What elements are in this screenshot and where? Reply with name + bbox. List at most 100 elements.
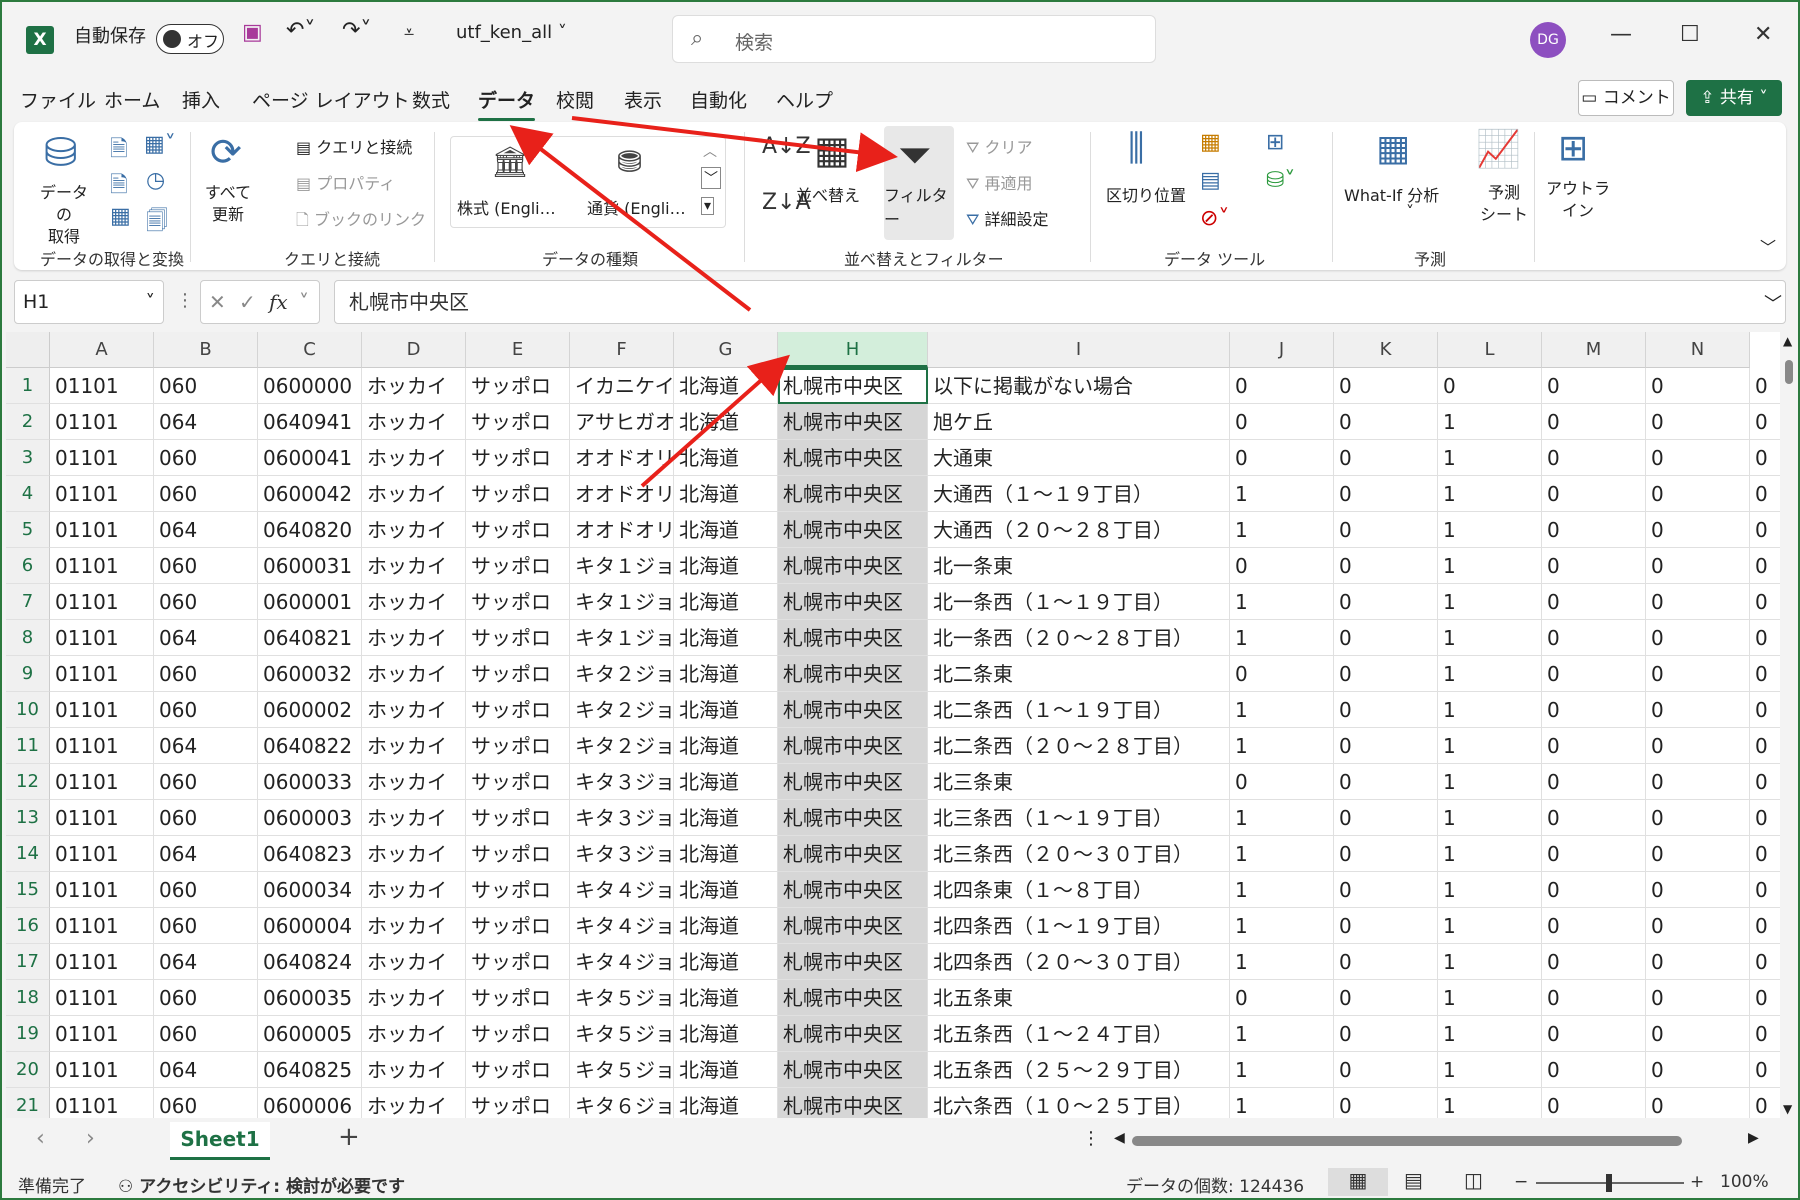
cell[interactable]: 0: [1646, 836, 1750, 872]
cell[interactable]: 0: [1542, 800, 1646, 836]
cell[interactable]: キタ１ジョ: [570, 584, 674, 620]
cell[interactable]: 0: [1750, 836, 1780, 872]
cell[interactable]: ホッカイ: [362, 548, 466, 584]
cell[interactable]: 札幌市中央区: [778, 836, 928, 872]
cell[interactable]: サッポロ: [466, 404, 570, 440]
cell[interactable]: 札幌市中央区: [778, 1088, 928, 1118]
currencies-button[interactable]: 通貨 (Engli…: [587, 195, 686, 219]
cell[interactable]: 0: [1334, 620, 1438, 656]
cell[interactable]: 北一条東: [928, 548, 1230, 584]
cell[interactable]: キタ６ジョ: [570, 1088, 674, 1118]
cell[interactable]: 1: [1438, 980, 1542, 1016]
cell[interactable]: ホッカイ: [362, 404, 466, 440]
cell[interactable]: サッポロ: [466, 584, 570, 620]
cell[interactable]: 064: [154, 620, 258, 656]
from-web-icon[interactable]: 🗎: [110, 168, 128, 206]
column-header-m[interactable]: M: [1542, 332, 1646, 368]
cell[interactable]: 01101: [50, 872, 154, 908]
cell[interactable]: 01101: [50, 980, 154, 1016]
cell[interactable]: 060: [154, 1016, 258, 1052]
cell[interactable]: 064: [154, 1052, 258, 1088]
fx-chevron-icon[interactable]: ˅: [299, 281, 309, 323]
zoom-out-icon[interactable]: −: [1514, 1172, 1528, 1192]
cell[interactable]: 0: [1750, 368, 1780, 404]
cell[interactable]: 064: [154, 404, 258, 440]
cell[interactable]: 0: [1750, 1088, 1780, 1118]
cell[interactable]: 1: [1230, 908, 1334, 944]
cell[interactable]: 0: [1542, 548, 1646, 584]
cell[interactable]: 01101: [50, 692, 154, 728]
undo-icon[interactable]: ↶˅: [286, 18, 315, 43]
cell[interactable]: 1: [1230, 1052, 1334, 1088]
cell[interactable]: 0: [1646, 620, 1750, 656]
cell[interactable]: アサヒガオ: [570, 404, 674, 440]
cell[interactable]: 0: [1750, 1052, 1780, 1088]
cell[interactable]: 1: [1438, 872, 1542, 908]
cell[interactable]: 0: [1750, 656, 1780, 692]
cell[interactable]: 0600004: [258, 908, 362, 944]
cell[interactable]: ホッカイ: [362, 692, 466, 728]
cell[interactable]: 0: [1230, 440, 1334, 476]
cell[interactable]: 1: [1230, 512, 1334, 548]
cell[interactable]: キタ２ジョ: [570, 692, 674, 728]
column-header-c[interactable]: C: [258, 332, 362, 368]
from-picture-icon[interactable]: 🗐: [146, 204, 168, 242]
cell[interactable]: 0: [1334, 836, 1438, 872]
cell[interactable]: 0: [1334, 1016, 1438, 1052]
cell[interactable]: オオドオリ: [570, 440, 674, 476]
cell[interactable]: 札幌市中央区: [778, 692, 928, 728]
cell[interactable]: ホッカイ: [362, 800, 466, 836]
cell[interactable]: 0: [1646, 1052, 1750, 1088]
row-header[interactable]: 3: [6, 440, 50, 476]
tab-file[interactable]: ファイル: [20, 86, 96, 113]
column-header-e[interactable]: E: [466, 332, 570, 368]
cell[interactable]: 0: [1646, 1016, 1750, 1052]
cell[interactable]: サッポロ: [466, 728, 570, 764]
cell[interactable]: 0: [1542, 872, 1646, 908]
row-header[interactable]: 18: [6, 980, 50, 1016]
row-header[interactable]: 2: [6, 404, 50, 440]
cell[interactable]: 0: [1646, 404, 1750, 440]
cell[interactable]: 0600034: [258, 872, 362, 908]
cell[interactable]: 北二条東: [928, 656, 1230, 692]
cell[interactable]: サッポロ: [466, 368, 570, 404]
cell[interactable]: 札幌市中央区: [778, 980, 928, 1016]
gallery-down-icon[interactable]: ﹀: [701, 167, 721, 189]
cell[interactable]: サッポロ: [466, 800, 570, 836]
cell[interactable]: 1: [1438, 548, 1542, 584]
cell[interactable]: 01101: [50, 728, 154, 764]
from-table-icon[interactable]: ▦: [110, 204, 131, 229]
add-sheet-icon[interactable]: +: [338, 1122, 360, 1152]
consolidate-icon[interactable]: ⊞: [1266, 130, 1284, 155]
cell[interactable]: ホッカイ: [362, 476, 466, 512]
cell[interactable]: キタ２ジョ: [570, 728, 674, 764]
cell[interactable]: 0600032: [258, 656, 362, 692]
minimize-icon[interactable]: —: [1610, 22, 1632, 47]
cell[interactable]: 北四条東（１～８丁目）: [928, 872, 1230, 908]
cell[interactable]: 0600001: [258, 584, 362, 620]
scroll-thumb[interactable]: [1785, 360, 1793, 384]
cell[interactable]: 札幌市中央区: [778, 476, 928, 512]
cell[interactable]: 札幌市中央区: [778, 728, 928, 764]
cell[interactable]: 1: [1438, 836, 1542, 872]
cell[interactable]: 1: [1230, 1016, 1334, 1052]
cell[interactable]: 北海道: [674, 800, 778, 836]
cell[interactable]: 北海道: [674, 512, 778, 548]
cell[interactable]: 0600041: [258, 440, 362, 476]
row-header[interactable]: 7: [6, 584, 50, 620]
row-header[interactable]: 21: [6, 1088, 50, 1118]
cell[interactable]: 064: [154, 944, 258, 980]
row-header[interactable]: 9: [6, 656, 50, 692]
cell[interactable]: 0600042: [258, 476, 362, 512]
prev-sheet-icon[interactable]: ‹: [36, 1126, 45, 1151]
cell[interactable]: 0: [1334, 1088, 1438, 1118]
cell[interactable]: 0: [1646, 512, 1750, 548]
cell[interactable]: 0640825: [258, 1052, 362, 1088]
tab-insert[interactable]: 挿入: [182, 86, 220, 113]
cell[interactable]: 0: [1542, 1088, 1646, 1118]
row-header[interactable]: 8: [6, 620, 50, 656]
cell[interactable]: 0: [1334, 440, 1438, 476]
cell[interactable]: 0640823: [258, 836, 362, 872]
cell[interactable]: 0: [1334, 512, 1438, 548]
cell[interactable]: キタ１ジョ: [570, 620, 674, 656]
